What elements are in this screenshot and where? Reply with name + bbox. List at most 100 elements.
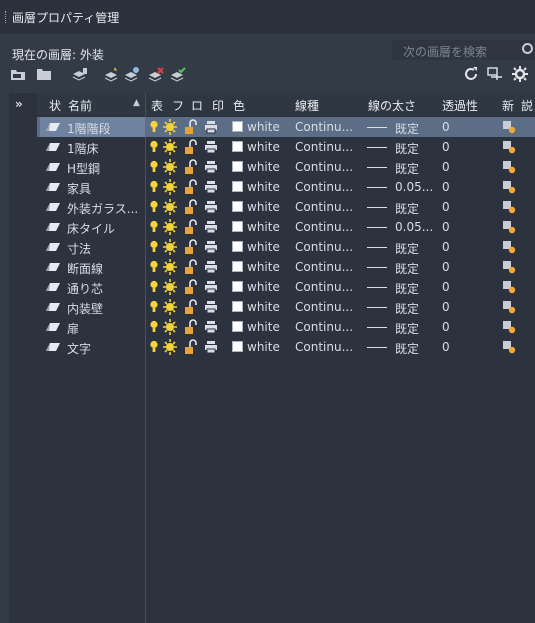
new-vp-freeze-icon[interactable] <box>502 240 516 254</box>
new-vp-freeze-icon[interactable] <box>502 200 516 214</box>
sun-thawed-icon[interactable] <box>162 298 178 316</box>
lightbulb-on-icon[interactable] <box>150 140 158 154</box>
layer-color[interactable]: white <box>247 340 280 354</box>
layer-transparency[interactable]: 0 <box>442 340 450 354</box>
new-group-filter-icon[interactable] <box>36 66 52 82</box>
layer-name[interactable]: 家具 <box>67 180 91 197</box>
new-property-filter-icon[interactable] <box>10 66 26 82</box>
new-layer-icon[interactable] <box>104 66 120 82</box>
layer-color[interactable]: white <box>247 260 280 274</box>
printer-icon[interactable] <box>204 300 218 314</box>
lightbulb-on-icon[interactable] <box>150 160 158 174</box>
layer-name[interactable]: 寸法 <box>67 240 91 257</box>
col-linetype[interactable]: 線種 <box>295 97 319 114</box>
col-on[interactable]: 表 <box>151 97 163 114</box>
color-swatch[interactable] <box>232 321 243 332</box>
new-vp-freeze-icon[interactable] <box>502 340 516 354</box>
gear-icon[interactable] <box>512 66 528 82</box>
layer-lineweight[interactable]: 既定 <box>395 140 419 157</box>
col-lineweight[interactable]: 線の太さ <box>368 97 416 114</box>
lightbulb-on-icon[interactable] <box>150 300 158 314</box>
lightbulb-on-icon[interactable] <box>150 340 158 354</box>
lightbulb-on-icon[interactable] <box>150 220 158 234</box>
col-color[interactable]: 色 <box>233 97 245 114</box>
layer-color[interactable]: white <box>247 120 280 134</box>
col-freeze[interactable]: フ <box>172 97 184 114</box>
layer-color[interactable]: white <box>247 280 280 294</box>
layer-transparency[interactable]: 0 <box>442 140 450 154</box>
col-status[interactable]: 状 <box>49 97 61 114</box>
layer-lineweight[interactable]: 既定 <box>395 300 419 317</box>
layer-states-manager-icon[interactable] <box>72 66 88 82</box>
new-layer-vp-frozen-icon[interactable] <box>124 66 140 82</box>
sun-thawed-icon[interactable] <box>162 138 178 156</box>
new-vp-freeze-icon[interactable] <box>502 260 516 274</box>
sun-thawed-icon[interactable] <box>162 238 178 256</box>
title-bar[interactable]: 画層プロパティ管理 <box>0 0 535 34</box>
layer-row[interactable]: 寸法 white Continu... 既定 0 <box>37 237 535 257</box>
layer-transparency[interactable]: 0 <box>442 180 450 194</box>
search-icon[interactable] <box>522 43 533 54</box>
layer-list[interactable]: 状 名前 ▲ 表 フ ロ 印 色 線種 線の太さ 透過性 新 説 1階階段 whi… <box>37 93 535 623</box>
layer-color[interactable]: white <box>247 140 280 154</box>
lock-unlocked-icon[interactable] <box>184 139 198 155</box>
layer-row[interactable]: 文字 white Continu... 既定 0 <box>37 337 535 357</box>
layer-row[interactable]: 1階階段 white Continu... 既定 0 <box>37 117 535 137</box>
layer-transparency[interactable]: 0 <box>442 260 450 274</box>
color-swatch[interactable] <box>232 261 243 272</box>
new-vp-freeze-icon[interactable] <box>502 120 516 134</box>
col-new-vp-freeze[interactable]: 新 <box>502 97 514 114</box>
sun-thawed-icon[interactable] <box>162 158 178 176</box>
layer-lineweight[interactable]: 0.05... <box>395 220 433 234</box>
layer-linetype[interactable]: Continu... <box>295 120 353 134</box>
layer-color[interactable]: white <box>247 200 280 214</box>
lock-unlocked-icon[interactable] <box>184 179 198 195</box>
layer-name[interactable]: 外装ガラス... <box>67 200 138 217</box>
layer-color[interactable]: white <box>247 160 280 174</box>
sun-thawed-icon[interactable] <box>162 198 178 216</box>
layer-lineweight[interactable]: 既定 <box>395 200 419 217</box>
printer-icon[interactable] <box>204 140 218 154</box>
layer-name[interactable]: 1階床 <box>67 140 99 157</box>
lock-unlocked-icon[interactable] <box>184 219 198 235</box>
layer-color[interactable]: white <box>247 300 280 314</box>
layer-linetype[interactable]: Continu... <box>295 220 353 234</box>
layer-row[interactable]: 内装壁 white Continu... 既定 0 <box>37 297 535 317</box>
printer-icon[interactable] <box>204 260 218 274</box>
layer-linetype[interactable]: Continu... <box>295 160 353 174</box>
layer-linetype[interactable]: Continu... <box>295 200 353 214</box>
lightbulb-on-icon[interactable] <box>150 240 158 254</box>
color-swatch[interactable] <box>232 181 243 192</box>
printer-icon[interactable] <box>204 240 218 254</box>
lock-unlocked-icon[interactable] <box>184 299 198 315</box>
new-vp-freeze-icon[interactable] <box>502 280 516 294</box>
lightbulb-on-icon[interactable] <box>150 180 158 194</box>
color-swatch[interactable] <box>232 201 243 212</box>
layer-row[interactable]: 1階床 white Continu... 既定 0 <box>37 137 535 157</box>
color-swatch[interactable] <box>232 341 243 352</box>
layer-transparency[interactable]: 0 <box>442 280 450 294</box>
printer-icon[interactable] <box>204 220 218 234</box>
lightbulb-on-icon[interactable] <box>150 280 158 294</box>
printer-icon[interactable] <box>204 160 218 174</box>
sun-thawed-icon[interactable] <box>162 258 178 276</box>
layer-name[interactable]: 文字 <box>67 340 91 357</box>
lock-unlocked-icon[interactable] <box>184 259 198 275</box>
layer-lineweight[interactable]: 既定 <box>395 160 419 177</box>
lightbulb-on-icon[interactable] <box>150 320 158 334</box>
layer-lineweight[interactable]: 既定 <box>395 120 419 137</box>
filter-tree-sidebar[interactable]: » <box>9 93 37 623</box>
layer-color[interactable]: white <box>247 320 280 334</box>
layer-row[interactable]: 断面線 white Continu... 既定 0 <box>37 257 535 277</box>
layer-color[interactable]: white <box>247 240 280 254</box>
sun-thawed-icon[interactable] <box>162 178 178 196</box>
refresh-icon[interactable] <box>463 66 479 82</box>
new-vp-freeze-icon[interactable] <box>502 220 516 234</box>
lock-unlocked-icon[interactable] <box>184 279 198 295</box>
col-lock[interactable]: ロ <box>191 97 203 114</box>
layer-row[interactable]: 外装ガラス... white Continu... 既定 0 <box>37 197 535 217</box>
layer-lineweight[interactable]: 既定 <box>395 240 419 257</box>
drag-grip-icon[interactable] <box>5 11 8 23</box>
sun-thawed-icon[interactable] <box>162 218 178 236</box>
layer-color[interactable]: white <box>247 180 280 194</box>
